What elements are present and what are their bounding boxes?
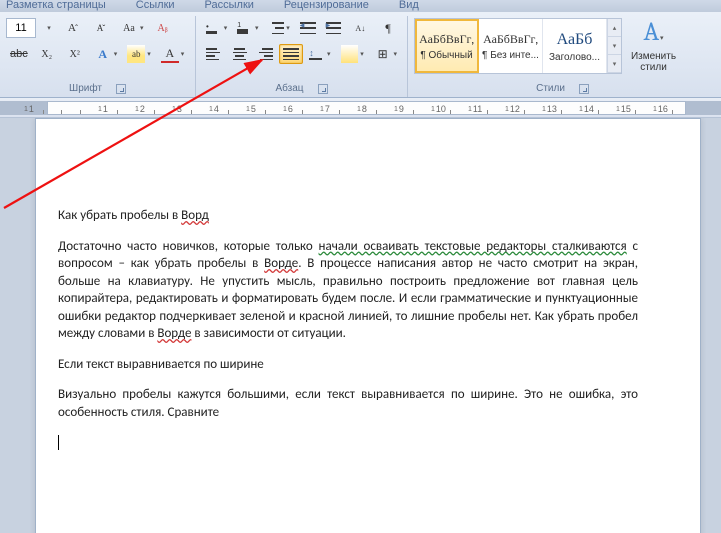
doc-paragraph-1: Достаточно часто новичков, которые тольк…	[58, 238, 638, 343]
align-justify-button[interactable]	[279, 44, 303, 64]
doc-paragraph-3: Визуально пробелы кажутся большими, если…	[58, 386, 638, 421]
group-font: 11 abc Шрифт	[0, 16, 196, 97]
subscript-button[interactable]	[34, 44, 60, 64]
font-dialog-launcher[interactable]	[116, 84, 126, 94]
font-color-button[interactable]	[157, 44, 189, 64]
align-right-button[interactable]	[254, 44, 278, 64]
shrink-font-icon	[92, 19, 110, 37]
align-left-button[interactable]	[202, 44, 226, 64]
shading-icon	[341, 45, 359, 63]
bullet-list-button[interactable]	[202, 18, 231, 38]
align-center-button[interactable]	[228, 44, 252, 64]
multilevel-list-icon	[269, 21, 285, 35]
style-heading1-label: Заголово...	[549, 52, 600, 63]
change-styles-button[interactable]: A Изменить стили	[626, 18, 681, 74]
font-size-dropdown[interactable]	[38, 18, 58, 38]
strikethrough-button[interactable]: abc	[6, 44, 32, 64]
change-styles-label: Изменить стили	[626, 51, 681, 73]
tab-references[interactable]: Ссылки	[130, 0, 181, 10]
style-nospacing-label: ¶ Без инте...	[482, 50, 539, 61]
style-preview-text: АаБбВвГг,	[419, 32, 474, 47]
style-heading1[interactable]: АаБб Заголово...	[543, 19, 607, 73]
text-effects-button[interactable]	[90, 44, 122, 64]
line-spacing-button[interactable]	[305, 44, 334, 64]
font-color-icon	[161, 45, 179, 63]
gallery-up-icon: ▴	[608, 19, 621, 37]
decrease-indent-icon	[300, 21, 316, 35]
increase-indent-icon	[326, 21, 342, 35]
increase-indent-button[interactable]	[322, 18, 346, 38]
styles-gallery-expand[interactable]: ▴ ▾ ▾	[607, 19, 621, 73]
ribbon: 11 abc Шрифт	[0, 12, 721, 98]
style-preview-text: АаБбВвГг,	[483, 32, 538, 47]
doc-paragraph-2: Если текст выравнивается по ширине	[58, 356, 638, 374]
superscript-button[interactable]	[62, 44, 88, 64]
borders-button[interactable]	[370, 44, 401, 64]
text-cursor	[58, 435, 59, 450]
clear-formatting-icon	[154, 19, 172, 37]
style-normal[interactable]: АаБбВвГг, ¶ Обычный	[415, 19, 479, 73]
horizontal-ruler[interactable]: 11234567891011121314151617	[0, 98, 721, 118]
shading-button[interactable]	[337, 44, 368, 64]
document-page[interactable]: Как убрать пробелы в Ворд Достаточно час…	[35, 118, 701, 533]
document-background: Как убрать пробелы в Ворд Достаточно час…	[0, 118, 721, 533]
pilcrow-icon	[379, 19, 397, 37]
change-case-icon	[120, 19, 138, 37]
styles-dialog-launcher[interactable]	[579, 84, 589, 94]
ruler-ticks: 11234567891011121314151617	[47, 101, 686, 115]
subscript-icon	[38, 45, 56, 63]
style-preview-heading: АаБб	[557, 30, 593, 49]
font-size-input[interactable]: 11	[6, 18, 36, 38]
multilevel-list-button[interactable]	[265, 18, 294, 38]
group-font-label: Шрифт	[69, 83, 102, 94]
align-center-icon	[232, 47, 248, 61]
align-justify-icon	[283, 47, 299, 61]
group-paragraph-label: Абзац	[275, 83, 303, 94]
styles-gallery: АаБбВвГг, ¶ Обычный АаБбВвГг, ¶ Без инте…	[414, 18, 622, 74]
numbered-list-icon	[237, 21, 253, 35]
show-marks-button[interactable]	[375, 18, 401, 38]
change-case-button[interactable]	[116, 18, 148, 38]
sort-icon	[351, 19, 369, 37]
tab-mailings[interactable]: Рассылки	[199, 0, 260, 10]
grow-font-button[interactable]	[60, 18, 86, 38]
gallery-down-icon: ▾	[608, 37, 621, 55]
group-paragraph: Абзац	[196, 16, 408, 97]
group-styles-label: Стили	[536, 83, 565, 94]
decrease-indent-button[interactable]	[296, 18, 320, 38]
change-styles-icon: A	[643, 19, 663, 51]
ribbon-tabs: Разметка страницы Ссылки Рассылки Реценз…	[0, 0, 721, 12]
align-left-icon	[206, 47, 222, 61]
borders-icon	[374, 45, 392, 63]
numbered-list-button[interactable]	[233, 18, 262, 38]
tab-page-layout[interactable]: Разметка страницы	[0, 0, 112, 10]
sort-button[interactable]	[347, 18, 373, 38]
text-effects-icon	[94, 45, 112, 63]
group-styles: АаБбВвГг, ¶ Обычный АаБбВвГг, ¶ Без инте…	[408, 16, 717, 97]
style-normal-label: ¶ Обычный	[420, 50, 472, 61]
doc-cursor-line	[58, 434, 638, 452]
ruler-margin-right	[686, 101, 721, 115]
align-right-icon	[258, 47, 274, 61]
document-body[interactable]: Как убрать пробелы в Ворд Достаточно час…	[58, 207, 638, 452]
superscript-icon	[66, 45, 84, 63]
tab-review[interactable]: Рецензирование	[278, 0, 375, 10]
grow-font-icon	[64, 19, 82, 37]
clear-formatting-button[interactable]	[150, 18, 176, 38]
style-no-spacing[interactable]: АаБбВвГг, ¶ Без инте...	[479, 19, 543, 73]
gallery-more-icon: ▾	[608, 55, 621, 73]
tab-view[interactable]: Вид	[393, 0, 425, 10]
doc-title: Как убрать пробелы в Ворд	[58, 207, 638, 225]
line-spacing-icon	[309, 47, 325, 61]
bullet-list-icon	[206, 21, 222, 35]
paragraph-dialog-launcher[interactable]	[318, 84, 328, 94]
highlight-icon	[127, 45, 145, 63]
highlight-button[interactable]	[123, 44, 155, 64]
shrink-font-button[interactable]	[88, 18, 114, 38]
